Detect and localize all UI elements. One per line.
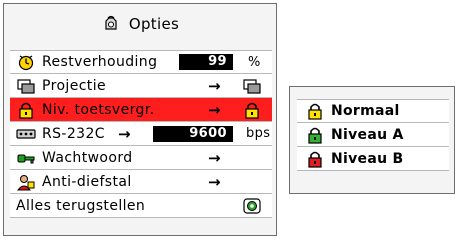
menu-item-anti-diefstal[interactable]: Anti-diefstal → bbox=[10, 170, 272, 194]
menu-item-restverhouding[interactable]: Restverhouding 99 % bbox=[10, 50, 272, 74]
rs232c-value: 9600 bbox=[153, 125, 233, 142]
menu-title: Opties bbox=[128, 15, 180, 33]
menu-item-alles-terugstellen[interactable]: Alles terugstellen bbox=[10, 194, 272, 218]
padlock-icon bbox=[305, 126, 325, 144]
menu-header: Opties bbox=[4, 4, 276, 44]
padlock-open-icon bbox=[305, 102, 325, 120]
restverhouding-value: 99 bbox=[179, 54, 233, 70]
submenu-item-normaal[interactable]: Normaal bbox=[297, 99, 449, 123]
menu-item-label: Wachtwoord bbox=[42, 149, 133, 166]
options-icon bbox=[101, 15, 121, 33]
menu-item-label: RS-232C bbox=[42, 125, 105, 142]
submenu-item-label: Normaal bbox=[331, 103, 400, 119]
menu-item-projectie[interactable]: Projectie → bbox=[10, 74, 272, 98]
projection-icon bbox=[16, 77, 36, 95]
projection-value-icon bbox=[242, 77, 262, 95]
submenu-arrow: → bbox=[208, 76, 221, 95]
submenu-arrow: → bbox=[208, 148, 221, 167]
submenu-arrow: → bbox=[208, 172, 221, 191]
options-menu: Opties Restverhouding 99 % Projectie → N… bbox=[3, 3, 277, 236]
submenu-item-niveau-a[interactable]: Niveau A bbox=[297, 123, 449, 147]
rs232c-unit: bps bbox=[246, 126, 271, 141]
anti-theft-icon bbox=[16, 173, 36, 191]
submenu-item-label: Niveau B bbox=[331, 150, 404, 167]
padlock-red-icon bbox=[305, 150, 325, 168]
key-icon bbox=[16, 149, 36, 167]
submenu-arrow: → bbox=[118, 124, 131, 143]
menu-item-label: Restverhouding bbox=[42, 54, 158, 70]
submenu-item-niveau-b[interactable]: Niveau B bbox=[297, 147, 449, 171]
rs232-port-icon bbox=[16, 125, 36, 143]
restverhouding-unit: % bbox=[248, 54, 261, 70]
menu-item-rs232c[interactable]: RS-232C → 9600 bps bbox=[10, 122, 272, 146]
menu-item-label: Niv. toetsvergr. bbox=[42, 101, 155, 118]
menu-item-niv-toetsvergr[interactable]: Niv. toetsvergr. → bbox=[10, 98, 272, 122]
menu-item-label: Anti-diefstal bbox=[42, 173, 132, 190]
menu-item-wachtwoord[interactable]: Wachtwoord → bbox=[10, 146, 272, 170]
menu-item-label: Alles terugstellen bbox=[16, 197, 146, 214]
padlock-icon bbox=[16, 101, 36, 119]
lock-level-submenu: Normaal Niveau A Niveau B bbox=[289, 86, 455, 194]
menu-list: Restverhouding 99 % Projectie → Niv. toe… bbox=[10, 50, 272, 218]
submenu-list: Normaal Niveau A Niveau B bbox=[297, 99, 449, 171]
submenu-arrow: → bbox=[208, 100, 221, 119]
padlock-value-icon bbox=[242, 101, 262, 119]
submenu-item-label: Niveau A bbox=[331, 126, 404, 143]
clock-timer-icon bbox=[16, 53, 36, 71]
reset-icon bbox=[242, 197, 262, 215]
menu-item-label: Projectie bbox=[42, 77, 107, 94]
